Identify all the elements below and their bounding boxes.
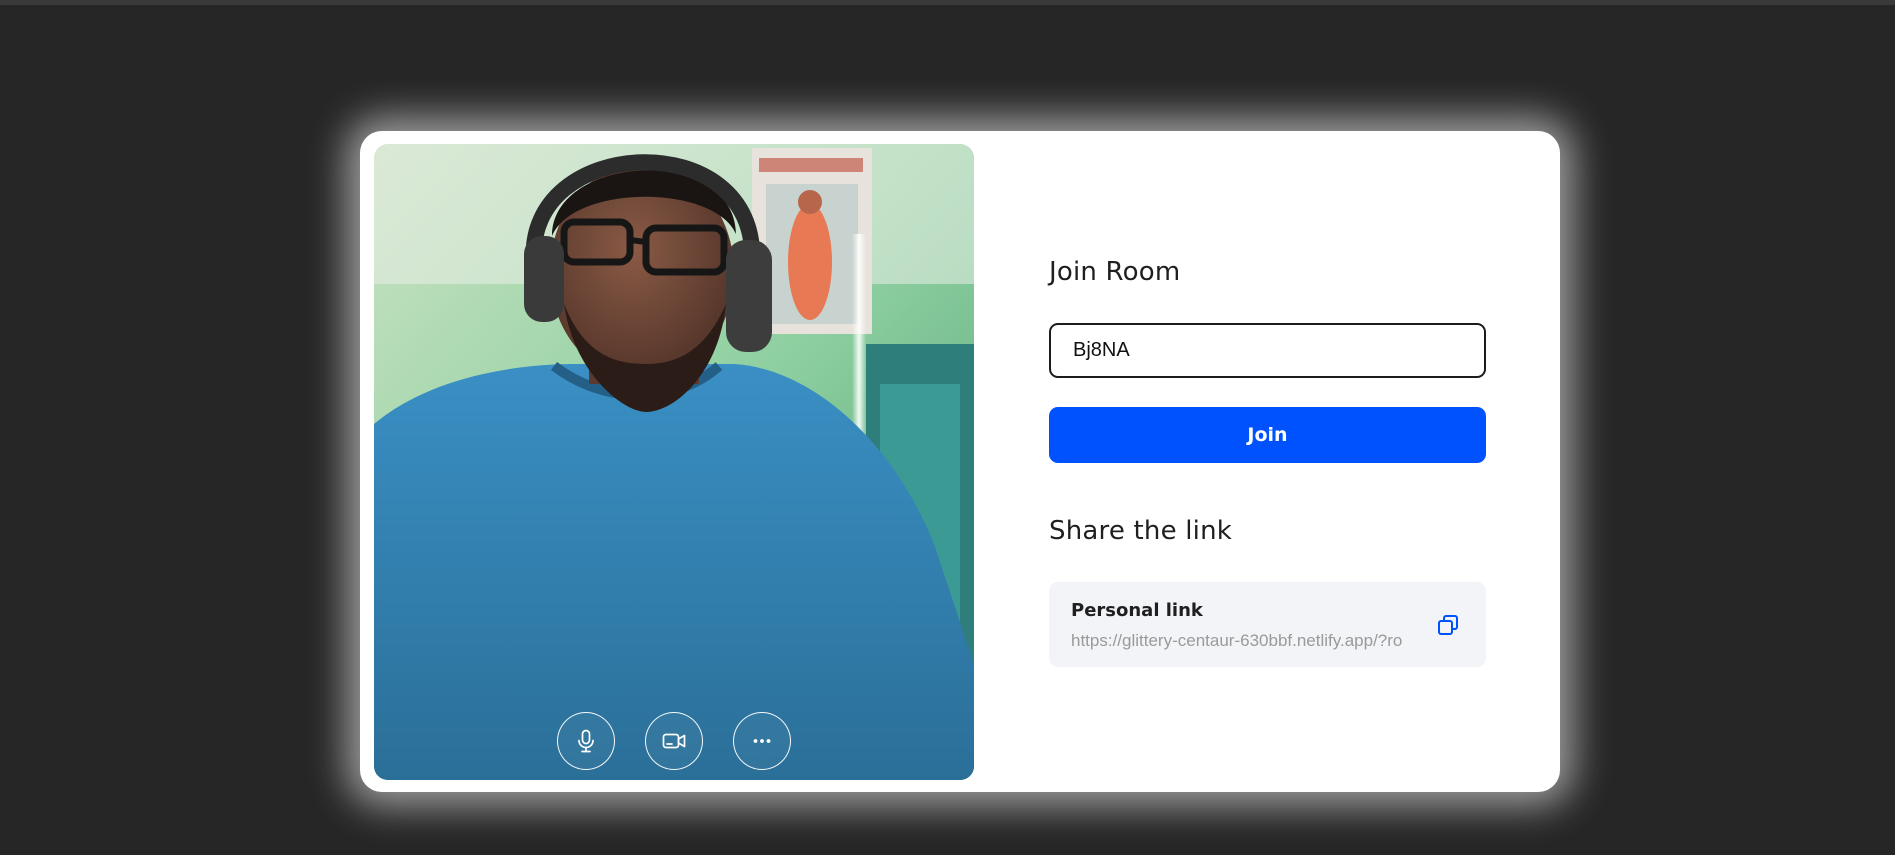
join-room-title: Join Room	[1049, 257, 1181, 287]
camera-preview	[374, 144, 974, 780]
join-button[interactable]: Join	[1049, 407, 1486, 463]
room-code-input[interactable]	[1049, 323, 1486, 378]
microphone-toggle-button[interactable]	[557, 712, 615, 770]
copy-icon	[1438, 615, 1458, 635]
microphone-icon	[578, 729, 594, 753]
more-options-icon	[753, 739, 771, 743]
camera-toggle-button[interactable]	[645, 712, 703, 770]
copy-link-button[interactable]	[1433, 610, 1463, 640]
join-room-card: Join Room Join Share the link Personal l…	[360, 131, 1560, 792]
personal-link-url: https://glittery-centaur-630bbf.netlify.…	[1071, 631, 1403, 650]
more-options-button[interactable]	[733, 712, 791, 770]
window-top-border	[0, 0, 1895, 5]
video-camera-icon	[662, 733, 686, 749]
share-link-title: Share the link	[1049, 516, 1233, 546]
camera-preview-image	[374, 144, 974, 780]
personal-link-label: Personal link	[1071, 600, 1203, 621]
preview-controls	[374, 712, 974, 770]
personal-link-box: Personal link https://glittery-centaur-6…	[1049, 582, 1486, 667]
